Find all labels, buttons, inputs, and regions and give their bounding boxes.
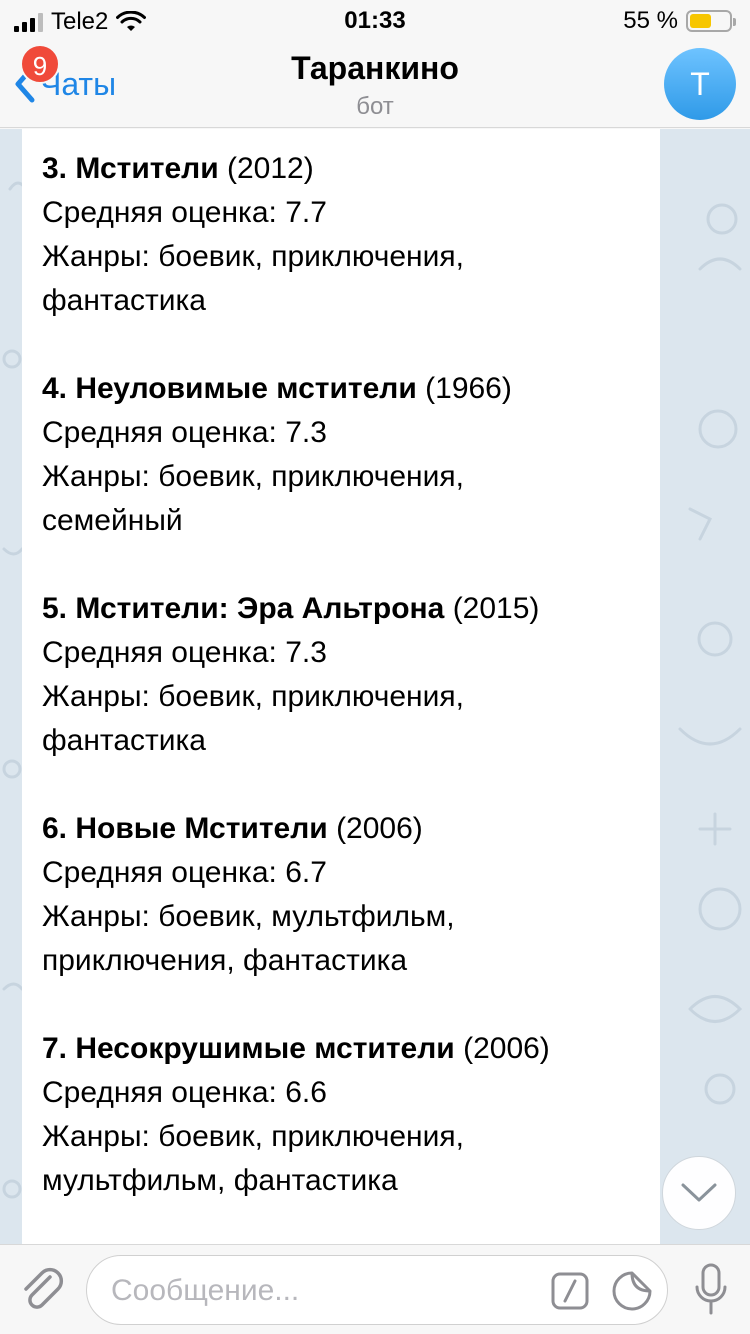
slash-command-icon[interactable] <box>551 1272 589 1310</box>
battery-icon <box>686 10 736 32</box>
movie-year: (2012) <box>227 152 314 185</box>
movie-genres: Жанры: боевик, мультфильм, <box>42 900 455 933</box>
movie-title: 6. Новые Мстители <box>42 812 328 845</box>
movie-genres: Жанры: боевик, приключения, <box>42 1120 464 1153</box>
movie-genres: Жанры: боевик, приключения, <box>42 240 464 273</box>
movie-year: (2015) <box>452 592 540 625</box>
movie-title: 7. Несокрушимые мстители <box>42 1032 455 1065</box>
movie-rating: Средняя оценка: 7.3 <box>42 416 327 449</box>
chat-area: 3. Мстители (2012) Средняя оценка: 7.7 Ж… <box>0 129 750 1244</box>
movie-genres-cont: фантастика <box>42 284 206 317</box>
movie-rating: Средняя оценка: 6.6 <box>42 1076 327 1109</box>
list-item: 5. Мстители: Эра Альтрона (2015) Средняя… <box>42 587 640 763</box>
movie-rating: Средняя оценка: 7.7 <box>42 196 327 229</box>
message-input-container <box>86 1255 668 1325</box>
status-right: 55 % <box>623 7 736 35</box>
movie-title: 4. Неуловимые мстители <box>42 372 417 405</box>
movie-year: (2006) <box>336 812 423 845</box>
list-item: 6. Новые Мстители (2006) Средняя оценка:… <box>42 807 640 983</box>
movie-rating: Средняя оценка: 6.7 <box>42 856 327 889</box>
movie-genres-cont: фантастика <box>42 724 206 757</box>
movie-title: 3. Мстители <box>42 152 219 185</box>
movie-genres-cont: семейный <box>42 504 183 537</box>
battery-percent: 55 % <box>623 7 678 34</box>
microphone-icon[interactable] <box>694 1261 728 1319</box>
list-item: 4. Неуловимые мстители (1966) Средняя оц… <box>42 367 640 543</box>
status-bar: Tele2 01:33 55 % <box>0 0 750 40</box>
message-input[interactable] <box>111 1268 531 1314</box>
chat-subtitle: бот <box>356 93 394 120</box>
scroll-down-button[interactable] <box>662 1156 736 1230</box>
movie-genres: Жанры: боевик, приключения, <box>42 460 464 493</box>
movie-title: 5. Мстители: Эра Альтрона <box>42 592 445 625</box>
input-bar <box>0 1244 750 1334</box>
chat-title-block[interactable]: Таранкино бот <box>0 50 750 121</box>
movie-year: (2006) <box>463 1032 550 1065</box>
battery-fill <box>690 14 711 28</box>
chevron-down-icon <box>681 1183 717 1202</box>
message-bubble[interactable]: 3. Мстители (2012) Средняя оценка: 7.7 Ж… <box>22 129 660 1244</box>
movie-genres-cont: мультфильм, фантастика <box>42 1164 398 1197</box>
movie-rating: Средняя оценка: 7.3 <box>42 636 327 669</box>
sticker-icon[interactable] <box>611 1270 653 1312</box>
movie-genres-cont: приключения, фантастика <box>42 944 408 977</box>
movie-year: (1966) <box>425 372 512 405</box>
nav-bar: Чаты 9 Таранкино бот T <box>0 40 750 128</box>
movie-genres: Жанры: боевик, приключения, <box>42 680 464 713</box>
list-item: 7. Несокрушимые мстители (2006) Средняя … <box>42 1027 640 1203</box>
avatar[interactable]: T <box>664 48 736 120</box>
list-item: 3. Мстители (2012) Средняя оценка: 7.7 Ж… <box>42 147 640 323</box>
chat-title: Таранкино <box>291 50 459 86</box>
paperclip-icon[interactable] <box>20 1265 66 1315</box>
